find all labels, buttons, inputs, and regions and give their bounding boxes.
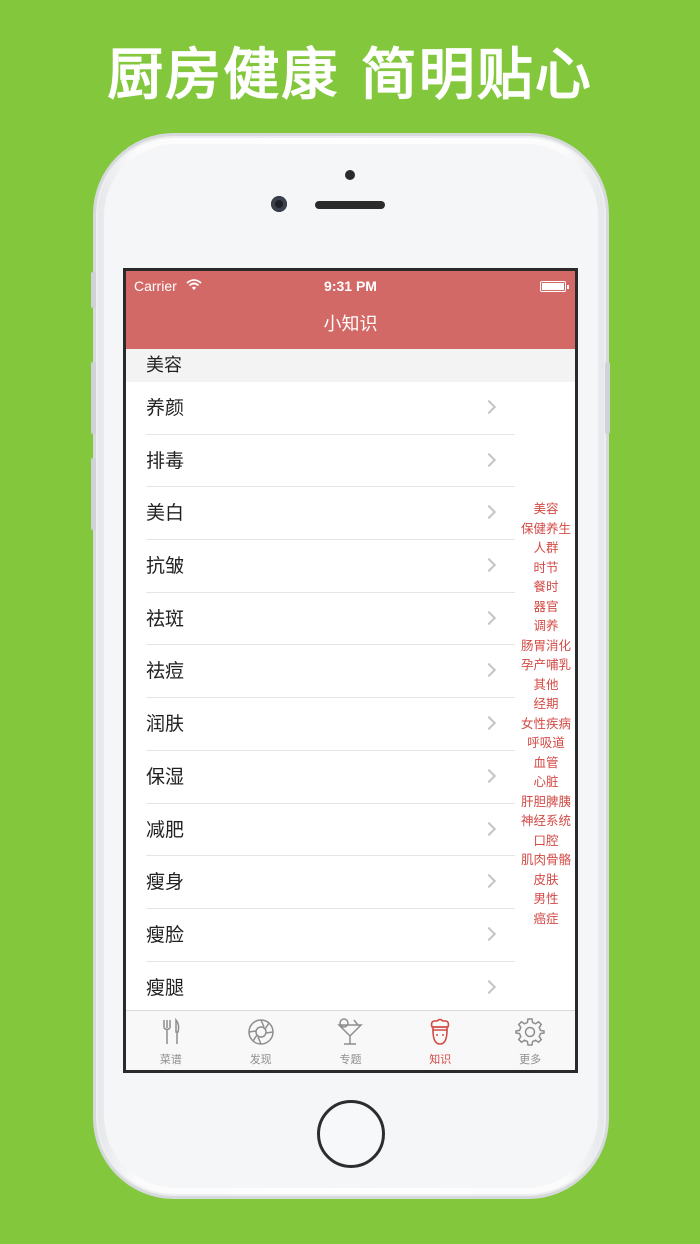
- section-header: 美容: [126, 349, 575, 382]
- tab-label: 更多: [519, 1053, 542, 1066]
- list-item[interactable]: 祛痘: [126, 645, 575, 698]
- index-item[interactable]: 调养: [514, 616, 575, 636]
- volume-up-button: [91, 362, 96, 434]
- index-item[interactable]: 人群: [514, 538, 575, 558]
- chevron-right-icon: [481, 610, 497, 625]
- list-item[interactable]: 减肥: [126, 804, 575, 857]
- status-time: 9:31 PM: [324, 278, 377, 294]
- list-item[interactable]: 保湿: [126, 751, 575, 804]
- list-item[interactable]: 养颜: [126, 382, 575, 435]
- tab-discover[interactable]: 发现: [216, 1011, 306, 1070]
- list-item-label: 祛痘: [146, 660, 185, 683]
- chevron-right-icon: [481, 926, 497, 941]
- tab-knowledge[interactable]: 知识: [395, 1011, 485, 1070]
- fork-knife-icon: [163, 1017, 180, 1044]
- chevron-right-icon: [481, 452, 497, 467]
- volume-down-button: [91, 458, 96, 530]
- index-item[interactable]: 女性疾病: [514, 714, 575, 734]
- chevron-right-icon: [481, 557, 497, 573]
- list-item[interactable]: 瘦腿: [126, 962, 575, 1015]
- chevron-right-icon: [481, 399, 497, 415]
- list-item-label: 瘦脸: [146, 923, 185, 946]
- index-item[interactable]: 呼吸道: [514, 733, 575, 753]
- chevron-right-icon: [481, 768, 497, 783]
- promo-headline: 厨房健康 简明贴心: [107, 43, 593, 108]
- gear-icon: [515, 1018, 545, 1046]
- home-button[interactable]: [317, 1100, 385, 1168]
- list-item-label: 减肥: [146, 818, 185, 841]
- list-item[interactable]: 排毒: [126, 435, 575, 488]
- list-item-label: 抗皱: [146, 555, 185, 578]
- chevron-right-icon: [481, 663, 497, 678]
- list-item-label: 润肤: [146, 713, 185, 736]
- app-screen: Carrier 9:31 PM 小知识 美容 养颜 排毒 美白 抗皱 祛斑 祛痘…: [123, 268, 578, 1073]
- index-item[interactable]: 保健养生: [514, 519, 575, 539]
- status-bar: Carrier 9:31 PM: [126, 271, 575, 301]
- index-item[interactable]: 美容: [514, 499, 575, 519]
- list-item[interactable]: 瘦脸: [126, 909, 575, 962]
- tab-label: 知识: [429, 1053, 452, 1066]
- chef-icon: [431, 1018, 450, 1045]
- index-item[interactable]: 神经系统: [514, 811, 575, 831]
- index-item[interactable]: 口腔: [514, 831, 575, 851]
- list-item-label: 保湿: [146, 765, 185, 788]
- list-item-label: 养颜: [146, 397, 185, 419]
- index-item[interactable]: 经期: [514, 694, 575, 714]
- index-item[interactable]: 孕产哺乳: [514, 655, 575, 675]
- chevron-right-icon: [481, 505, 497, 520]
- front-sensor: [345, 170, 355, 180]
- index-item[interactable]: 餐时: [514, 577, 575, 597]
- nav-bar: 小知识: [126, 301, 575, 349]
- tab-more[interactable]: 更多: [485, 1011, 575, 1070]
- index-item[interactable]: 肌肉骨骼: [514, 850, 575, 870]
- list-item[interactable]: 美白: [126, 487, 575, 540]
- front-camera-icon: [271, 196, 287, 212]
- index-item[interactable]: 血管: [514, 753, 575, 773]
- mute-switch: [91, 272, 96, 308]
- tab-bar: 菜谱 发现 专题 知识 更多: [126, 1010, 575, 1070]
- tab-label: 专题: [339, 1053, 362, 1066]
- tab-recipes[interactable]: 菜谱: [126, 1011, 216, 1070]
- index-item[interactable]: 男性: [514, 889, 575, 909]
- topic-list: 养颜 排毒 美白 抗皱 祛斑 祛痘 润肤 保湿 减肥 瘦身 瘦脸 瘦腿: [126, 382, 575, 1014]
- index-item[interactable]: 肝胆脾胰: [514, 792, 575, 812]
- earpiece-speaker: [315, 201, 385, 209]
- index-item[interactable]: 器官: [514, 597, 575, 617]
- list-item[interactable]: 抗皱: [126, 540, 575, 593]
- index-item[interactable]: 心脏: [514, 772, 575, 792]
- chevron-right-icon: [481, 821, 497, 836]
- aperture-icon: [247, 1019, 274, 1045]
- list-item-label: 美白: [146, 502, 185, 525]
- tab-topics[interactable]: 专题: [306, 1011, 396, 1070]
- battery-icon: [540, 281, 569, 292]
- page-title: 小知识: [323, 314, 378, 335]
- list-item-label: 祛斑: [146, 607, 185, 630]
- index-item[interactable]: 时节: [514, 558, 575, 578]
- list-item[interactable]: 瘦身: [126, 856, 575, 909]
- chevron-right-icon: [481, 979, 497, 994]
- cocktail-icon: [337, 1018, 364, 1045]
- tab-label: 发现: [249, 1053, 272, 1066]
- index-item[interactable]: 肠胃消化: [514, 636, 575, 656]
- section-index: 美容 保健养生 人群 时节 餐时 器官 调养 肠胃消化 孕产哺乳 其他 经期 女…: [514, 499, 575, 929]
- chevron-right-icon: [481, 716, 497, 731]
- list-item-label: 瘦腿: [146, 976, 185, 999]
- chevron-right-icon: [481, 874, 497, 889]
- index-item[interactable]: 其他: [514, 675, 575, 695]
- list-item-label: 排毒: [146, 449, 185, 472]
- list-item[interactable]: 祛斑: [126, 593, 575, 646]
- index-item[interactable]: 皮肤: [514, 870, 575, 890]
- power-button: [605, 362, 610, 434]
- list-item[interactable]: 润肤: [126, 698, 575, 751]
- index-item[interactable]: 癌症: [514, 909, 575, 929]
- list-item-label: 瘦身: [146, 871, 185, 894]
- tab-label: 菜谱: [159, 1053, 182, 1066]
